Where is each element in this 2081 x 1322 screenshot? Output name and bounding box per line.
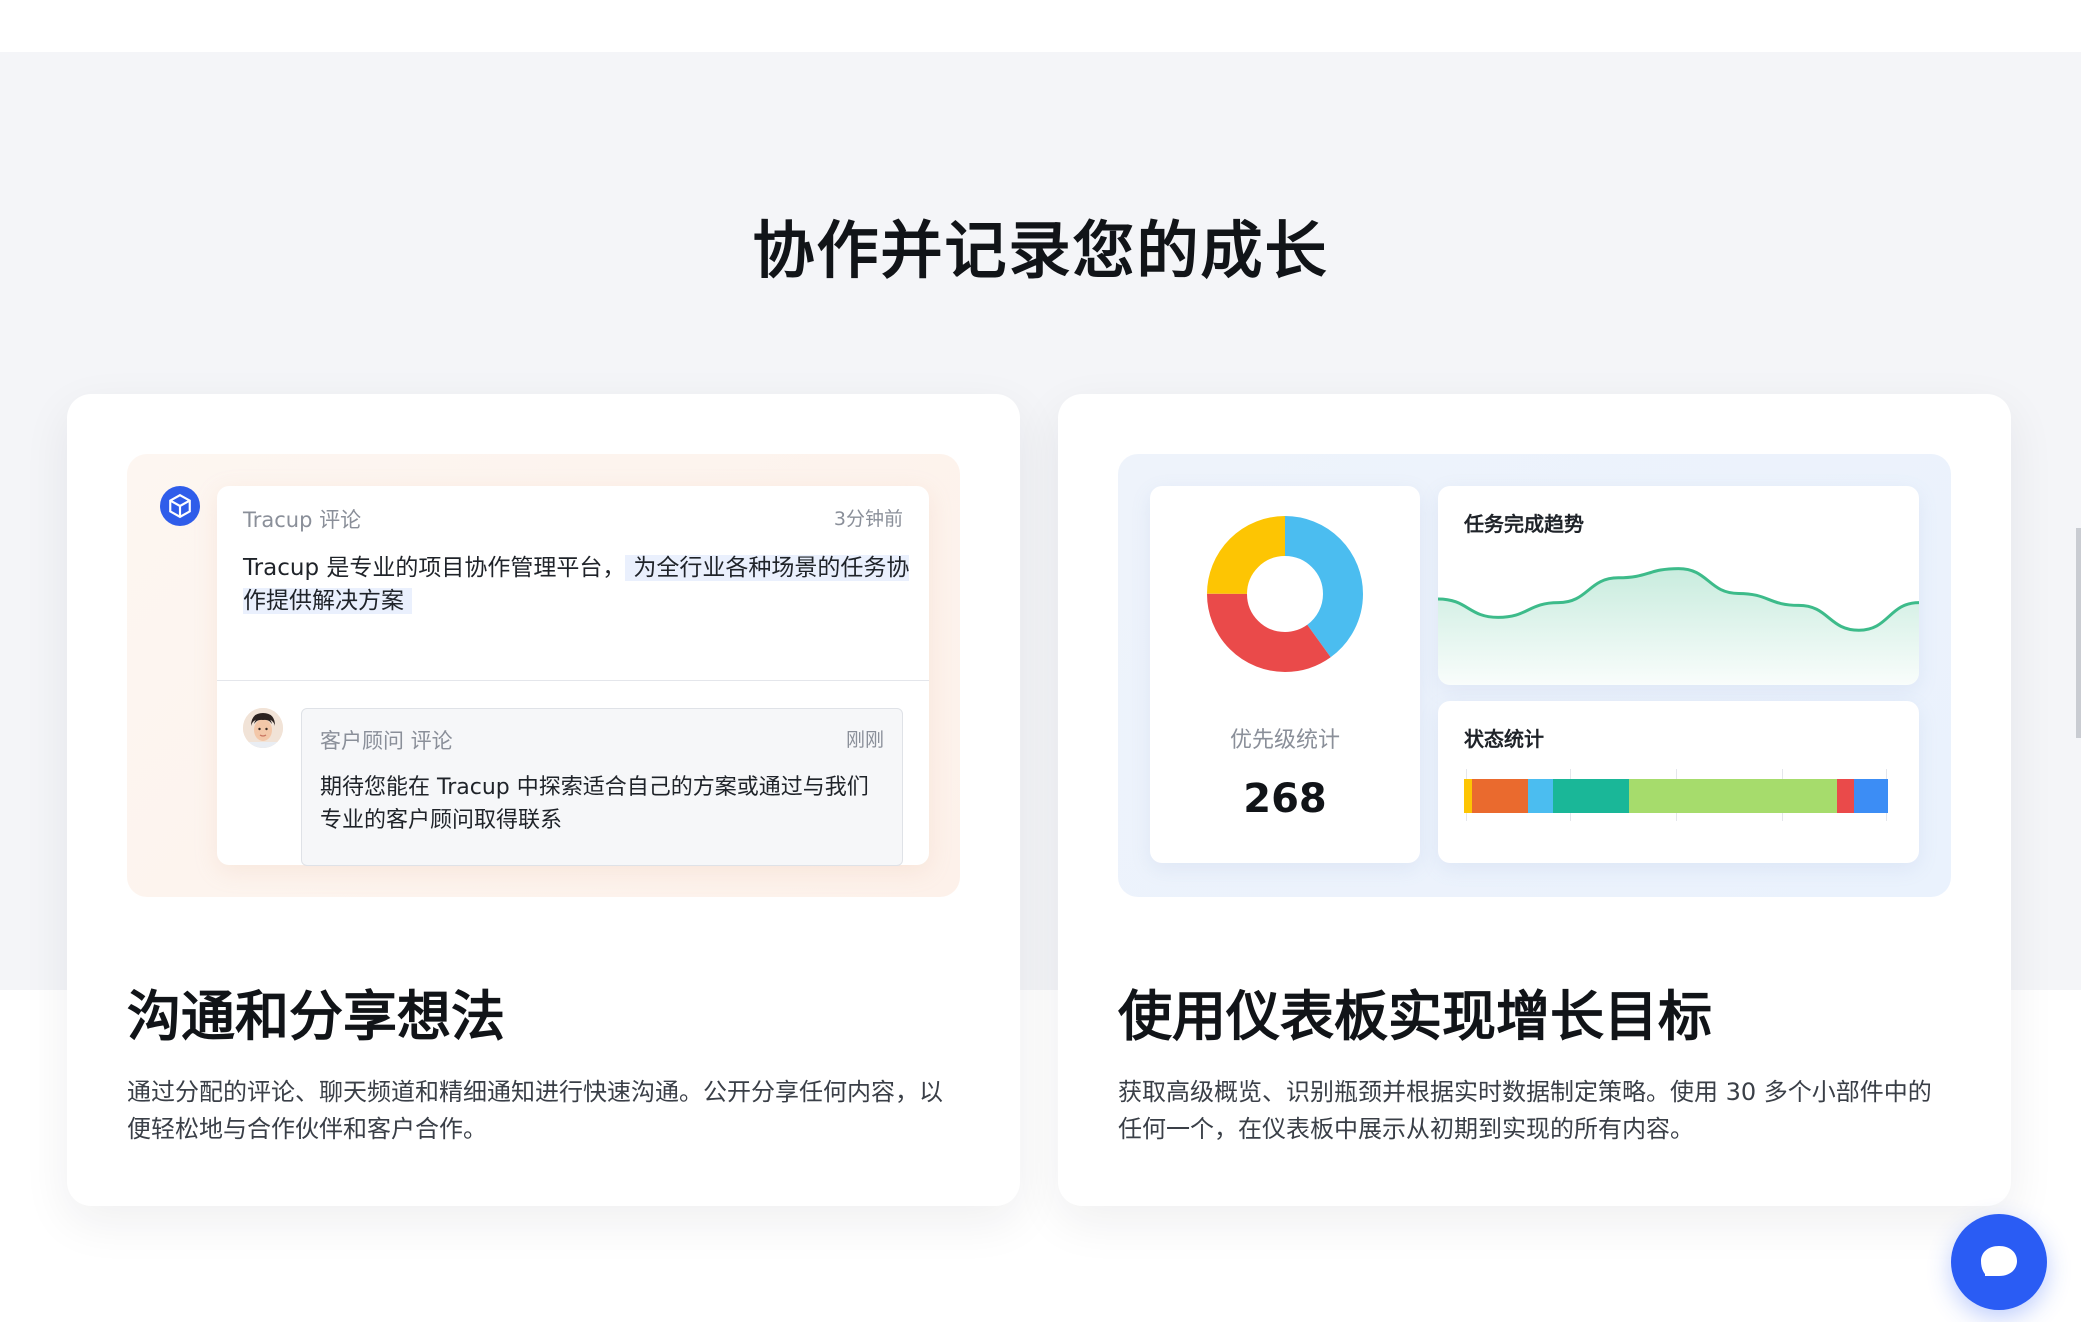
priority-label: 优先级统计	[1229, 728, 1340, 753]
dashboard-heading: 使用仪表板实现增长目标	[1118, 985, 1712, 1048]
feature-card-communication: Tracup 评论 3分钟前 Tracup 是专业的项目协作管理平台， 为全行业各…	[67, 394, 1020, 1206]
status-segment-3	[1553, 779, 1630, 813]
status-segment-4	[1629, 779, 1838, 813]
reply-author: 客户顾问 评论	[320, 729, 453, 753]
section-title: 协作并记录您的成长	[752, 214, 1329, 287]
chat-bubble-icon[interactable]	[1951, 1214, 2047, 1310]
feature-card-dashboard: 优先级统计 268 任务完成趋势 状态统计 使用仪表板实现增长目标 获取高级概览…	[1058, 394, 2011, 1206]
comment-divider	[217, 680, 929, 681]
comment-box: Tracup 评论 3分钟前 Tracup 是专业的项目协作管理平台， 为全行业各…	[217, 486, 929, 866]
avatar	[243, 708, 283, 748]
status-segment-2	[1527, 779, 1554, 813]
dashboard-illustration: 优先级统计 268 任务完成趋势 状态统计	[1118, 454, 1951, 897]
status-stacked-bar	[1464, 779, 1888, 813]
communication-description: 通过分配的评论、聊天频道和精细通知进行快速沟通。公开分享任何内容，以便轻松地与合…	[127, 1078, 943, 1143]
communication-illustration: Tracup 评论 3分钟前 Tracup 是专业的项目协作管理平台， 为全行业各…	[127, 454, 960, 897]
reply-time: 刚刚	[845, 729, 884, 751]
comment-body-text: Tracup 是专业的项目协作管理平台，	[243, 555, 626, 581]
communication-heading: 沟通和分享想法	[127, 985, 505, 1048]
trend-line-chart	[1438, 567, 1919, 685]
reply-box: 客户顾问 评论 刚刚 期待您能在 Tracup 中探索适合自己的方案或通过与我们…	[301, 708, 903, 866]
comment-time: 3分钟前	[833, 508, 903, 530]
priority-value: 268	[1243, 776, 1327, 822]
status-card: 状态统计	[1438, 701, 1919, 863]
trend-title: 任务完成趋势	[1464, 512, 1584, 536]
status-segment-5	[1837, 779, 1855, 813]
status-segment-1	[1472, 779, 1528, 813]
dashboard-description: 获取高级概览、识别瓶颈并根据实时数据制定策略。使用 30 多个小部件中的任何一个…	[1118, 1078, 1932, 1143]
reply-body: 期待您能在 Tracup 中探索适合自己的方案或通过与我们专业的客户顾问取得联系	[320, 775, 869, 833]
comment-author: Tracup 评论	[243, 508, 362, 532]
scrollbar-thumb[interactable]	[2076, 528, 2081, 738]
status-segment-6	[1854, 779, 1888, 813]
status-title: 状态统计	[1464, 727, 1544, 751]
trend-card: 任务完成趋势	[1438, 486, 1919, 685]
page: 协作并记录您的成长 Tracup 评论 3分钟前 Tracup 是专业的项目协作…	[0, 0, 2081, 1322]
priority-donut-chart	[1207, 516, 1363, 672]
status-segment-0	[1464, 779, 1473, 813]
trend-area	[1438, 568, 1919, 685]
status-bar-area	[1464, 769, 1888, 821]
tracup-cube-icon	[160, 486, 200, 526]
comment-body: Tracup 是专业的项目协作管理平台， 为全行业各种场景的任务协作提供解决方案	[243, 552, 913, 618]
priority-stat-card: 优先级统计 268	[1150, 486, 1420, 863]
